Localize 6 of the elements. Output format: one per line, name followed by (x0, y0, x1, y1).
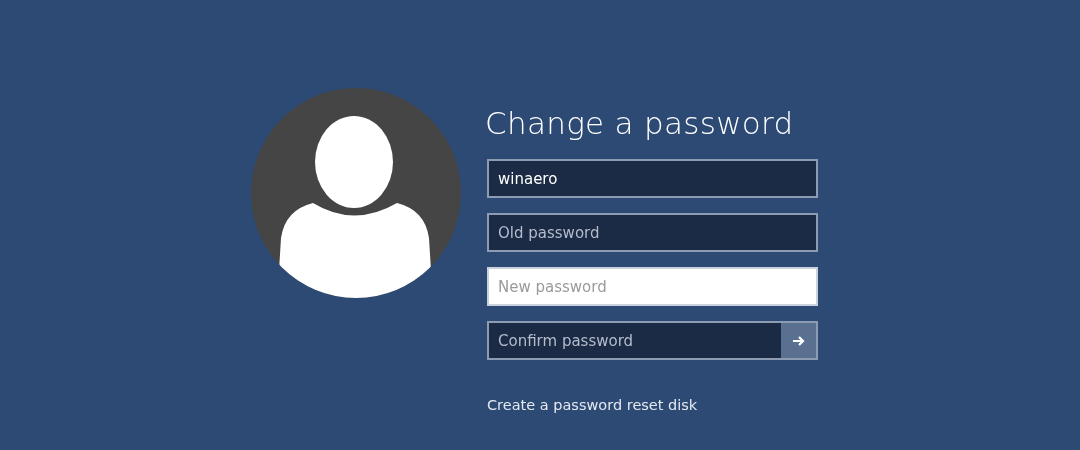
page-title: Change a password (485, 104, 795, 143)
user-avatar-icon (251, 88, 461, 298)
reset-disk-link[interactable]: Create a password reset disk (487, 397, 818, 413)
input-field[interactable]: New password (487, 267, 818, 306)
input-field[interactable]: winaero (487, 159, 818, 198)
input-field[interactable]: Old password (487, 213, 818, 252)
